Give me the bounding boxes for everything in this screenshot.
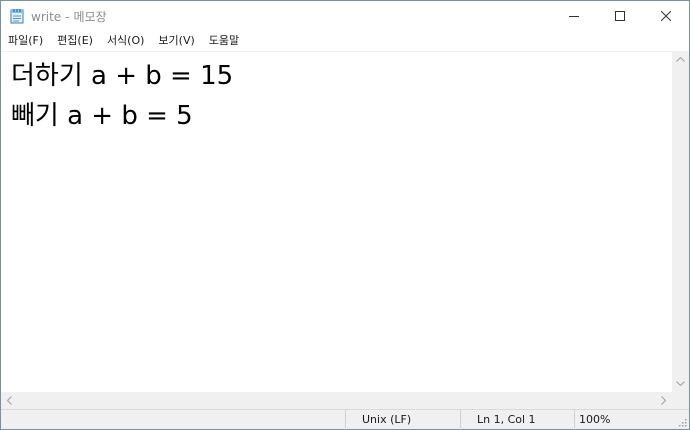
cursor-position-status: Ln 1, Col 1 bbox=[460, 410, 574, 430]
window-title: write - 메모장 bbox=[31, 8, 107, 25]
status-bar: Unix (LF) Ln 1, Col 1 100% bbox=[1, 409, 689, 430]
scroll-left-button[interactable] bbox=[1, 392, 18, 409]
close-icon bbox=[661, 11, 671, 21]
menu-edit[interactable]: 편집(E) bbox=[50, 31, 100, 51]
menu-view[interactable]: 보기(V) bbox=[151, 31, 201, 51]
maximize-icon bbox=[615, 11, 625, 21]
menu-format[interactable]: 서식(O) bbox=[100, 31, 151, 51]
title-separator: - bbox=[65, 10, 70, 24]
file-name: write bbox=[31, 10, 62, 24]
chevron-left-icon bbox=[7, 396, 12, 405]
resize-grip-icon[interactable] bbox=[677, 417, 687, 427]
scroll-up-button[interactable] bbox=[672, 51, 689, 68]
notepad-icon[interactable] bbox=[10, 8, 25, 24]
app-name: 메모장 bbox=[73, 10, 107, 24]
chevron-down-icon bbox=[676, 381, 685, 386]
minimize-icon bbox=[569, 16, 579, 17]
title-bar[interactable]: write - 메모장 bbox=[1, 1, 689, 31]
vertical-scrollbar[interactable] bbox=[672, 51, 689, 392]
close-button[interactable] bbox=[643, 1, 689, 31]
editor-line: 더하기 a + b = 15 bbox=[11, 61, 234, 91]
scroll-right-button[interactable] bbox=[655, 392, 672, 409]
menu-bar: 파일(F) 편집(E) 서식(O) 보기(V) 도움말 bbox=[1, 31, 689, 51]
text-editor[interactable]: 더하기 a + b = 15 빼기 a + b = 5 bbox=[1, 51, 672, 392]
chevron-up-icon bbox=[676, 57, 685, 62]
menu-help[interactable]: 도움말 bbox=[202, 31, 246, 51]
editor-line: 빼기 a + b = 5 bbox=[11, 101, 193, 131]
line-ending-status: Unix (LF) bbox=[345, 410, 460, 430]
horizontal-scrollbar[interactable] bbox=[1, 392, 672, 409]
zoom-status: 100% bbox=[574, 410, 689, 430]
minimize-button[interactable] bbox=[551, 1, 597, 31]
notepad-window: write - 메모장 파일(F) 편집(E) 서식(O) 보기(V) 도움말 더하… bbox=[0, 0, 690, 430]
chevron-right-icon bbox=[661, 396, 666, 405]
scrollbar-corner bbox=[672, 392, 689, 409]
scroll-down-button[interactable] bbox=[672, 375, 689, 392]
menu-file[interactable]: 파일(F) bbox=[1, 31, 50, 51]
maximize-button[interactable] bbox=[597, 1, 643, 31]
